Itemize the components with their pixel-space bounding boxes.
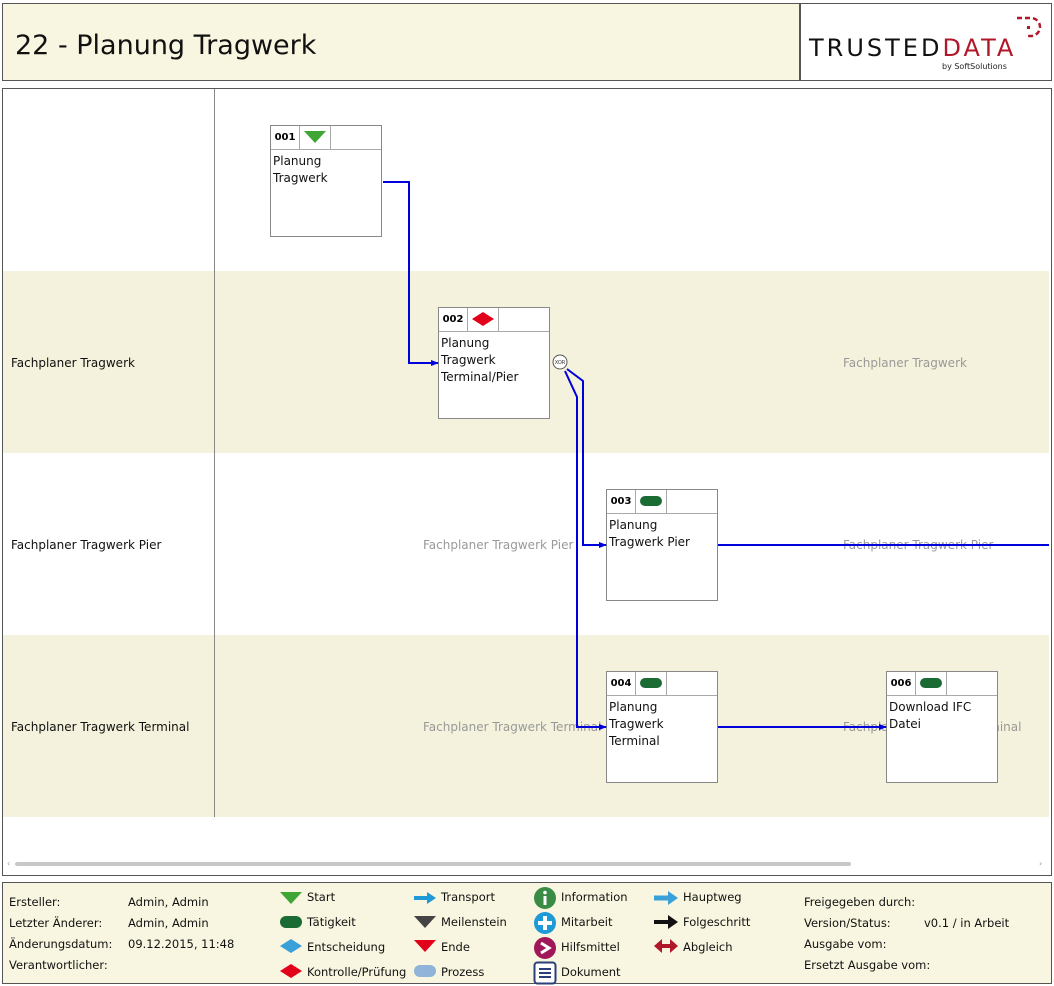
meta-value: v0.1 / in Arbeit	[924, 916, 1010, 930]
flow-001-002	[383, 181, 439, 366]
legend-label: Meilenstein	[441, 915, 507, 929]
xor-gateway-label: XOR	[555, 360, 566, 366]
entscheidung-icon	[280, 939, 302, 953]
mitarbeit-icon	[534, 912, 556, 934]
dokument-icon	[533, 961, 557, 985]
hilfsmittel-icon	[534, 937, 556, 959]
start-icon	[280, 892, 302, 904]
transport-icon	[414, 892, 436, 904]
meta-label: Version/Status:	[804, 916, 891, 930]
horizontal-scrollbar[interactable]	[15, 862, 851, 866]
legend-label: Folgeschritt	[683, 915, 751, 929]
meta-label: Ersteller:	[9, 895, 61, 909]
footer: Ersteller: Admin, Admin Letzter Änderer:…	[2, 882, 1052, 985]
meta-label: Letzter Änderer:	[9, 916, 103, 930]
flow-connectors: XOR	[383, 181, 1049, 730]
folgeschritt-icon	[654, 915, 678, 929]
meta-value: Admin, Admin	[128, 916, 209, 930]
meta-value: 09.12.2015, 11:48	[128, 937, 235, 951]
hauptweg-icon	[654, 891, 678, 905]
logo-text-accent: DATA	[942, 34, 1017, 62]
legend-label: Hauptweg	[683, 890, 742, 904]
meta-label: Freigegeben durch:	[804, 895, 916, 909]
legend-label: Start	[307, 890, 336, 904]
logo-text-main: TRUSTED	[809, 34, 943, 62]
legend-label: Dokument	[561, 965, 621, 979]
legend-label: Information	[561, 890, 628, 904]
legend-label: Ende	[441, 940, 470, 954]
legend-label: Kontrolle/Prüfung	[307, 965, 407, 979]
title-bar: 22 - Planung Tragwerk	[2, 3, 800, 81]
legend-label: Mitarbeit	[561, 915, 613, 929]
scroll-right-icon[interactable]: ›	[1039, 859, 1042, 868]
meta-label: Änderungsdatum:	[9, 937, 113, 951]
flow-xor-004	[564, 370, 607, 730]
legend-label: Prozess	[441, 965, 485, 979]
logo: TRUSTEDDATA by SoftSolutions	[800, 3, 1052, 81]
meta-value: Admin, Admin	[128, 895, 209, 909]
diagram-canvas[interactable]: Fachplaner Tragwerk Fachplaner Tragwerk …	[2, 88, 1052, 876]
legend-label: Tätigkeit	[307, 915, 356, 929]
prozess-icon	[414, 965, 436, 977]
flow-xor-003	[566, 368, 607, 548]
ende-icon	[414, 940, 436, 952]
legend-label: Entscheidung	[307, 940, 386, 954]
logo-mark-icon	[1017, 16, 1042, 38]
legend-label: Abgleich	[683, 940, 733, 954]
logo-text: TRUSTEDDATA	[809, 34, 1016, 62]
information-icon	[534, 887, 556, 909]
meta-label: Verantwortlicher:	[9, 958, 108, 972]
taetigkeit-icon	[280, 916, 302, 928]
meta-label: Ersetzt Ausgabe vom:	[804, 958, 931, 972]
legend-label: Hilfsmittel	[561, 940, 620, 954]
legend-label: Transport	[441, 890, 495, 904]
meta-label: Ausgabe vom:	[804, 937, 887, 951]
abgleich-icon	[654, 939, 678, 953]
kontrolle-pruefung-icon	[280, 964, 302, 978]
page-title: 22 - Planung Tragwerk	[15, 30, 317, 61]
logo-subtitle: by SoftSolutions	[942, 62, 1007, 71]
meilenstein-icon	[414, 916, 436, 928]
scroll-left-icon[interactable]: ‹	[7, 859, 10, 868]
